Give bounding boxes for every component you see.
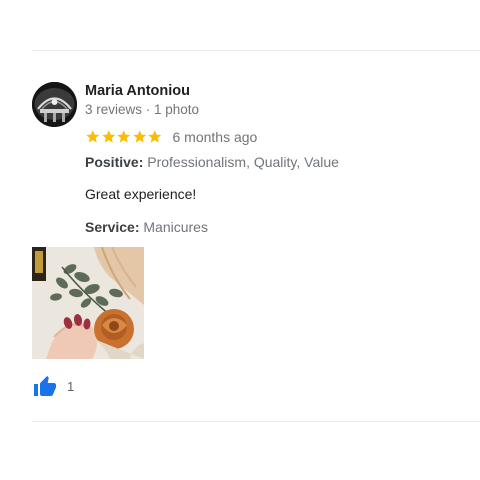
review-date: 6 months ago xyxy=(172,129,258,145)
positive-value: Professionalism, Quality, Value xyxy=(147,154,339,170)
author-name[interactable]: Maria Antoniou xyxy=(85,82,480,100)
avatar[interactable] xyxy=(32,82,77,127)
star-icon xyxy=(101,130,115,143)
service-value: Manicures xyxy=(143,219,208,235)
star-icon xyxy=(86,130,100,143)
author-meta: 3 reviews · 1 photo xyxy=(85,102,200,117)
star-rating xyxy=(85,129,163,145)
bottom-divider xyxy=(32,421,480,422)
review-content: Maria Antoniou 3 reviews · 1 photo 6 mon… xyxy=(85,80,480,236)
review-text: Great experience! xyxy=(85,186,197,202)
positive-attributes: Positive: Professionalism, Quality, Valu… xyxy=(85,153,480,171)
star-icon xyxy=(132,130,146,143)
star-icon xyxy=(117,130,131,143)
review-photo-image xyxy=(32,247,144,359)
thumbs-up-icon[interactable] xyxy=(32,375,58,399)
rating-row: 6 months ago xyxy=(85,128,480,146)
avatar-image xyxy=(32,82,77,127)
like-count: 1 xyxy=(67,379,75,394)
service-attribute: Service: Manicures xyxy=(85,218,480,236)
service-label: Service: xyxy=(85,219,140,235)
like-row: 1 xyxy=(32,375,74,399)
top-divider xyxy=(32,50,480,51)
positive-label: Positive: xyxy=(85,154,144,170)
star-icon xyxy=(148,130,162,143)
review-photo[interactable] xyxy=(32,247,144,359)
